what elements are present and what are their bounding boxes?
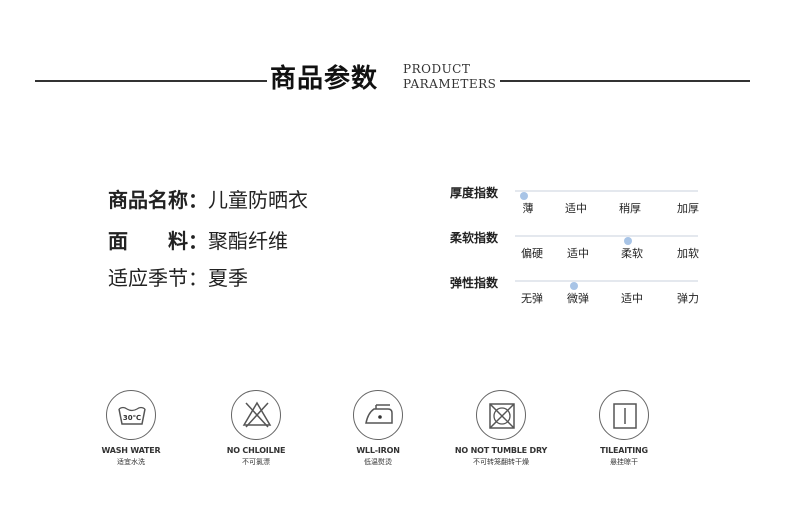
header-divider-right	[500, 80, 750, 82]
no-tumble-dry-icon	[476, 390, 526, 440]
scale-track	[515, 190, 698, 200]
season-value: 夏季	[208, 266, 248, 290]
season-label: 适应季节：	[108, 266, 208, 290]
low-iron-icon	[353, 390, 403, 440]
care-cn-label: 不可转笼翻转干燥	[473, 458, 529, 466]
scale-option: 加软	[677, 247, 699, 260]
product-name-label: 商品名称：	[108, 188, 208, 212]
wash-temp-label: 30℃	[123, 414, 141, 422]
no-bleach-icon	[231, 390, 281, 440]
care-cn-label: 适宜水洗	[117, 458, 145, 466]
scale-label: 柔软指数	[450, 231, 499, 245]
care-item-hang-dry: TILEAITING 悬挂晾干	[564, 390, 684, 467]
scale-option: 无弹	[521, 292, 543, 305]
scale-option: 稍厚	[619, 202, 641, 215]
scale-track	[515, 235, 698, 245]
product-name-value: 儿童防晒衣	[208, 188, 308, 212]
care-item-no-bleach: NO CHLOILNE 不可氯漂	[196, 390, 316, 467]
scale-option: 薄	[522, 202, 534, 215]
care-cn-label: 低温熨烫	[364, 458, 392, 466]
scale-indicator	[624, 237, 632, 245]
scale-option: 适中	[621, 292, 643, 305]
wash-30c-icon: 30℃	[106, 390, 156, 440]
section-title: 商品参数	[270, 64, 379, 94]
product-name-row: 商品名称：儿童防晒衣	[108, 184, 308, 213]
fabric-value: 聚酯纤维	[208, 229, 288, 253]
care-en-label: WASH WATER	[101, 446, 161, 455]
scale-indicator	[570, 282, 578, 290]
scale-track	[515, 280, 698, 290]
scale-option: 偏硬	[521, 247, 543, 260]
care-cn-label: 悬挂晾干	[610, 458, 638, 466]
care-item-wash: 30℃ WASH WATER 适宜水洗	[71, 390, 191, 467]
fabric-label: 面 料：	[108, 229, 208, 253]
care-en-label: NO CHLOILNE	[226, 446, 286, 455]
scale-label: 弹性指数	[450, 276, 499, 290]
scale-option: 加厚	[677, 202, 699, 215]
care-item-low-iron: WLL-IRON 低温熨烫	[318, 390, 438, 467]
subtitle-line-2: PARAMETERS	[403, 77, 497, 91]
care-item-no-tumble-dry: NO NOT TUMBLE DRY 不可转笼翻转干燥	[441, 390, 561, 467]
care-cn-label: 不可氯漂	[242, 458, 270, 466]
care-en-label: TILEAITING	[600, 446, 648, 455]
subtitle-line-1: PRODUCT	[403, 62, 471, 76]
scale-option: 适中	[565, 202, 587, 215]
care-en-label: WLL-IRON	[356, 446, 400, 455]
season-row: 适应季节：夏季	[108, 262, 248, 291]
header-divider-left	[35, 80, 267, 82]
scale-label: 厚度指数	[450, 186, 499, 200]
scale-option: 适中	[567, 247, 589, 260]
care-en-label: NO NOT TUMBLE DRY	[454, 446, 548, 455]
scale-option: 柔软	[621, 247, 643, 260]
section-subtitle-en: PRODUCT PARAMETERS	[403, 62, 496, 92]
fabric-row: 面 料：聚酯纤维	[108, 225, 288, 254]
hang-dry-icon	[599, 390, 649, 440]
scale-option: 弹力	[677, 292, 699, 305]
scale-option: 微弹	[567, 292, 589, 305]
scale-indicator	[520, 192, 528, 200]
